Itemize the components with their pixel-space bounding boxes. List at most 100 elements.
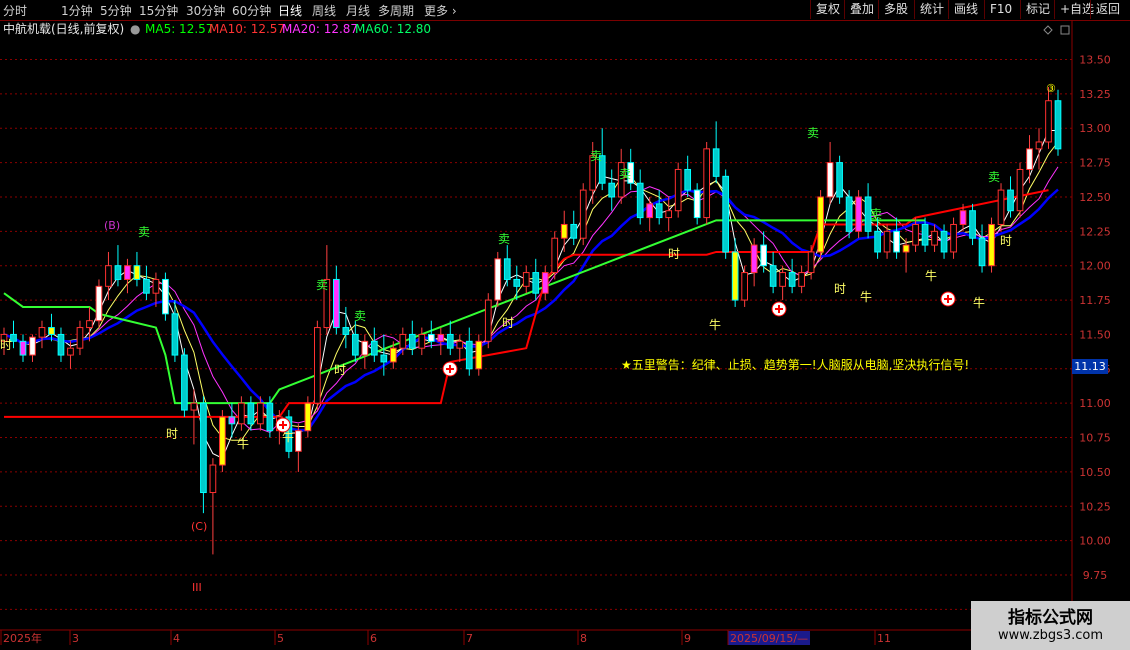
- candle: [219, 410, 226, 472]
- period-8[interactable]: 月线: [346, 2, 370, 19]
- sell-signal: 卖: [138, 225, 150, 239]
- candle: [200, 396, 207, 514]
- candle: [855, 190, 862, 239]
- y-tick-label: 10.25: [1079, 500, 1111, 513]
- candle: [427, 320, 435, 349]
- candle-body: [247, 402, 255, 425]
- candle-body: [86, 320, 93, 329]
- candle-body: [1026, 148, 1033, 170]
- candle-body: [19, 340, 27, 356]
- wave-label-c: (C): [191, 520, 207, 533]
- period-6[interactable]: 日线: [278, 2, 302, 19]
- candle: [314, 320, 321, 411]
- toolbar-button-8[interactable]: 返回: [1090, 0, 1125, 19]
- candle: [769, 251, 777, 294]
- toolbar-button-2[interactable]: 多股: [878, 0, 913, 19]
- candle: [931, 224, 938, 252]
- candle: [693, 183, 701, 225]
- candle: [722, 169, 730, 259]
- candle-body: [579, 189, 587, 239]
- candle-body: [57, 333, 65, 356]
- period-2[interactable]: 5分钟: [100, 2, 132, 19]
- candle-body: [807, 251, 815, 274]
- candle: [484, 293, 492, 349]
- candle-body: [988, 223, 995, 267]
- candle: [522, 265, 530, 294]
- candlestick-chart[interactable]: 卖卖卖卖卖卖卖卖卖时时时时时时时牛 牛牛牛牛牛(B)(C)III③ 13.5013…: [0, 20, 1130, 650]
- candle-body: [940, 230, 948, 253]
- candle-body: [969, 210, 976, 239]
- candle-body: [760, 244, 767, 267]
- candle: [143, 265, 150, 301]
- candle-body: [769, 265, 777, 287]
- candle-body: [874, 230, 881, 253]
- candle: [1045, 86, 1052, 149]
- sell-signal: 卖: [354, 309, 366, 323]
- candle: [760, 231, 767, 273]
- candle-body: [399, 333, 407, 349]
- toolbar-button-0[interactable]: 复权: [810, 0, 845, 19]
- candle-body: [893, 230, 900, 253]
- candle-body: [636, 182, 644, 219]
- x-axis-label: 6: [370, 632, 377, 645]
- time-signal: 时: [1000, 234, 1012, 248]
- period-9[interactable]: 多周期: [378, 2, 414, 19]
- candle-body: [1054, 100, 1062, 150]
- candle-body: [143, 278, 150, 294]
- candle: [181, 348, 188, 417]
- candle-body: [883, 230, 891, 253]
- toolbar-button-1[interactable]: 叠加: [844, 0, 879, 19]
- candle-body: [456, 340, 464, 349]
- period-7[interactable]: 周线: [312, 2, 336, 19]
- candle-body: [124, 265, 131, 280]
- candle-body: [655, 203, 663, 219]
- candle: [570, 210, 578, 246]
- period-0[interactable]: 分时: [3, 2, 27, 19]
- sell-signal: 卖: [870, 207, 882, 221]
- period-3[interactable]: 15分钟: [139, 2, 178, 19]
- candle: [408, 320, 416, 356]
- period-toolbar: 分时 1分钟 5分钟 15分钟 30分钟 60分钟 日线 周线 月线 多周期 更多 › 复权 叠加 多股统…: [0, 0, 1130, 21]
- time-signal: 时: [166, 427, 178, 441]
- candle: [456, 334, 464, 362]
- candle-body: [181, 354, 188, 411]
- candle-body: [408, 333, 416, 349]
- candle: [551, 231, 559, 280]
- candle: [1016, 162, 1024, 218]
- toolbar-button-6[interactable]: 标记: [1020, 0, 1055, 19]
- candle-body: [238, 402, 245, 425]
- candle-body: [731, 251, 739, 301]
- candle: [494, 251, 502, 307]
- toolbar-button-3[interactable]: 统计: [914, 0, 949, 19]
- period-4[interactable]: 30分钟: [186, 2, 225, 19]
- candle: [969, 203, 976, 246]
- toolbar-button-5[interactable]: F10: [984, 0, 1017, 19]
- candle: [703, 141, 711, 225]
- period-5[interactable]: 60分钟: [232, 2, 271, 19]
- candle-body: [665, 210, 673, 219]
- candle-body: [304, 402, 312, 432]
- candle-body: [152, 278, 160, 294]
- candle-body: [133, 265, 141, 280]
- candle-body: [114, 265, 122, 280]
- candle: [750, 238, 758, 287]
- period-10[interactable]: 更多 ›: [424, 2, 457, 19]
- period-1[interactable]: 1分钟: [61, 2, 93, 19]
- x-axis-label: 5: [277, 632, 284, 645]
- toolbar-button-4[interactable]: 画线: [948, 0, 983, 19]
- candle-body: [465, 340, 473, 370]
- candle: [712, 121, 720, 184]
- candle-body: [351, 333, 359, 356]
- candle-body: [475, 340, 483, 370]
- candle-body: [750, 244, 758, 274]
- candle-body: [209, 464, 217, 494]
- sell-signal: 卖: [619, 167, 631, 181]
- candle-body: [95, 285, 103, 322]
- candle-body: [674, 168, 682, 212]
- stop-loss-line: [4, 189, 1049, 418]
- candle: [579, 183, 587, 246]
- candle: [29, 334, 36, 362]
- candle-body: [48, 327, 55, 335]
- candle: [817, 190, 824, 259]
- candle: [646, 196, 654, 232]
